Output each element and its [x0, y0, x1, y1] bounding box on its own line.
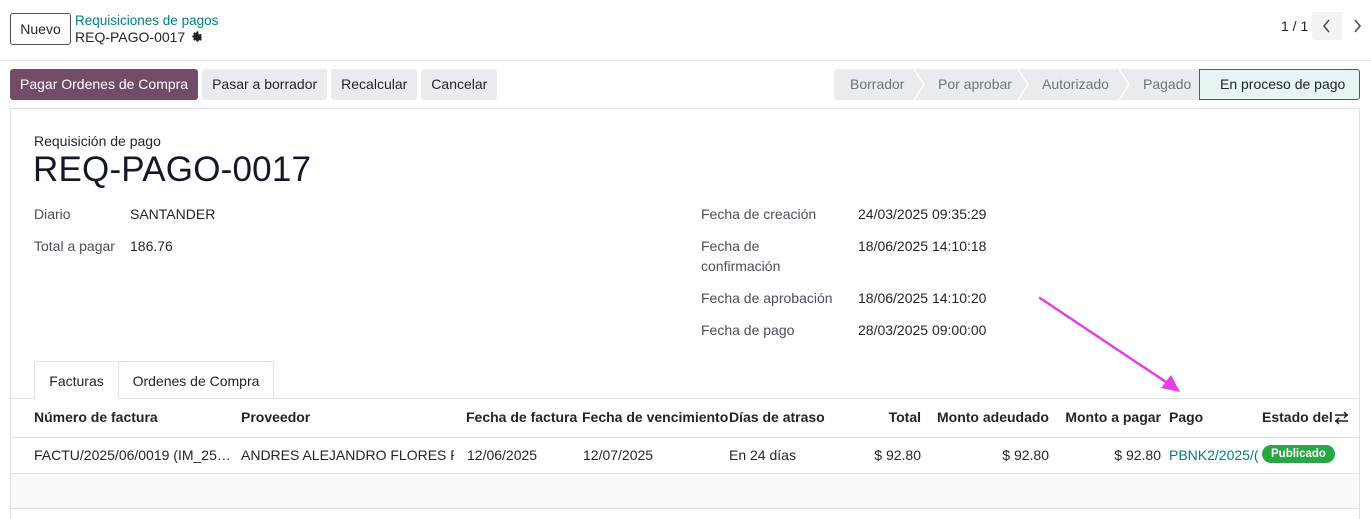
column-amount-to-pay[interactable]: Monto a pagar	[1055, 409, 1161, 425]
confirmation-date-label-line1: Fecha de	[701, 238, 760, 254]
chevron-right-icon	[1354, 19, 1362, 33]
column-invoice-number[interactable]: Número de factura	[34, 409, 158, 425]
header-actions: Pagar Ordenes de Compra Pasar a borrador…	[10, 69, 498, 100]
table-header-divider	[11, 437, 1359, 438]
status-bar: Borrador Por aprobar Autorizado Pagado E…	[834, 69, 1360, 100]
column-overdue-days[interactable]: Días de atraso	[729, 409, 825, 425]
set-to-draft-button[interactable]: Pasar a borrador	[202, 69, 328, 100]
cell-due-date[interactable]: 12/07/2025	[583, 447, 653, 463]
column-status[interactable]: Estado del	[1262, 409, 1333, 425]
breadcrumb-current: REQ-PAGO-0017	[75, 29, 205, 45]
status-paid[interactable]: Pagado	[1127, 69, 1199, 100]
tab-invoices[interactable]: Facturas	[34, 361, 119, 399]
new-button[interactable]: Nuevo	[10, 13, 71, 45]
chevron-left-icon	[1322, 19, 1330, 33]
status-badge: Publicado	[1262, 445, 1335, 463]
confirmation-date-field: 18/06/2025 14:10:18	[858, 238, 987, 254]
cell-overdue-days[interactable]: En 24 días	[729, 447, 796, 463]
tab-divider	[11, 398, 1359, 399]
pager-previous-button[interactable]	[1312, 12, 1342, 40]
journal-label: Diario	[34, 206, 71, 222]
cell-amount-due[interactable]: $ 92.80	[930, 447, 1049, 463]
payment-date-field: 28/03/2025 09:00:00	[858, 322, 987, 338]
status-payment-in-process[interactable]: En proceso de pago	[1199, 69, 1360, 100]
cell-invoice-number[interactable]: FACTU/2025/06/0019 (IM_25…	[34, 447, 232, 463]
creation-date-field: 24/03/2025 09:35:29	[858, 206, 987, 222]
annotation-arrow	[1038, 296, 1180, 392]
column-due-date[interactable]: Fecha de vencimiento	[582, 409, 728, 425]
status-draft-label: Borrador	[850, 76, 905, 92]
cell-amount-to-pay[interactable]: $ 92.80	[1055, 447, 1161, 463]
journal-field[interactable]: SANTANDER	[130, 204, 215, 224]
status-to-approve-label: Por aprobar	[938, 76, 1012, 92]
status-authorized[interactable]: Autorizado	[1026, 69, 1130, 100]
breadcrumb-current-label: REQ-PAGO-0017	[75, 29, 186, 45]
column-amount-due[interactable]: Monto adeudado	[930, 409, 1049, 425]
cell-vendor[interactable]: ANDRES ALEJANDRO FLORES R…	[241, 447, 454, 463]
control-panel: Nuevo Requisiciones de pagos REQ-PAGO-00…	[0, 0, 1371, 61]
column-invoice-date[interactable]: Fecha de factura	[466, 409, 577, 425]
status-separator	[1119, 69, 1130, 100]
column-vendor[interactable]: Proveedor	[241, 409, 310, 425]
total-to-pay-field: 186.76	[130, 238, 173, 254]
recalculate-button[interactable]: Recalcular	[331, 69, 418, 100]
gear-icon[interactable]	[191, 30, 205, 44]
approval-date-field: 18/06/2025 14:10:20	[858, 290, 987, 306]
column-total[interactable]: Total	[840, 409, 921, 425]
column-payment[interactable]: Pago	[1169, 409, 1203, 425]
breadcrumb-parent-link[interactable]: Requisiciones de pagos	[75, 13, 218, 28]
page-title: REQ-PAGO-0017	[33, 150, 312, 189]
cell-invoice-date[interactable]: 12/06/2025	[467, 447, 537, 463]
status-authorized-label: Autorizado	[1042, 76, 1109, 92]
pager-value[interactable]: 1 / 1	[1281, 18, 1308, 34]
cell-total[interactable]: $ 92.80	[840, 447, 921, 463]
status-separator	[914, 69, 925, 100]
confirmation-date-label-line2: confirmación	[701, 258, 781, 274]
column-settings-icon[interactable]	[1334, 411, 1349, 425]
empty-table-row	[11, 474, 1359, 509]
tab-purchase-orders[interactable]: Ordenes de Compra	[118, 361, 274, 399]
status-payment-in-process-label: En proceso de pago	[1220, 76, 1346, 92]
cancel-button[interactable]: Cancelar	[421, 69, 498, 100]
cell-payment-link[interactable]: PBNK2/2025/(	[1169, 447, 1258, 463]
pay-purchase-orders-button[interactable]: Pagar Ordenes de Compra	[10, 69, 199, 100]
pager-next-button[interactable]	[1342, 12, 1371, 40]
document-type-label: Requisición de pago	[34, 133, 161, 149]
total-to-pay-label: Total a pagar	[34, 238, 115, 254]
status-draft[interactable]: Borrador	[834, 69, 925, 100]
status-separator	[1018, 69, 1029, 100]
status-to-approve[interactable]: Por aprobar	[922, 69, 1029, 100]
status-paid-label: Pagado	[1143, 76, 1192, 92]
payment-date-label: Fecha de pago	[701, 322, 795, 338]
creation-date-label: Fecha de creación	[701, 206, 817, 222]
approval-date-label: Fecha de aprobación	[701, 290, 833, 306]
